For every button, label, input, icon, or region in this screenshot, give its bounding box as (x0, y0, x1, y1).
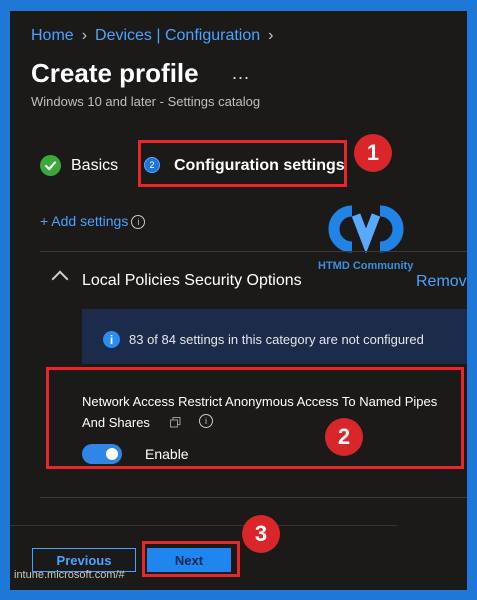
intune-panel: Home › Devices | Configuration › Create pro… (10, 11, 467, 590)
callout-badge-2: 2 (325, 418, 363, 456)
divider (40, 251, 467, 252)
setting-name: Network Access Restrict Anonymous Access… (82, 391, 467, 433)
check-icon (40, 155, 61, 176)
step-basics[interactable]: Basics (71, 157, 118, 175)
more-options-icon[interactable]: ... (232, 63, 250, 84)
breadcrumb-devices-configuration[interactable]: Devices | Configuration (95, 27, 260, 44)
toggle-label: Enable (145, 446, 189, 462)
chevron-up-icon[interactable] (51, 270, 69, 288)
divider (40, 497, 467, 498)
toggle-knob (106, 448, 118, 460)
info-icon[interactable]: i (199, 414, 213, 428)
status-url: intune.microsoft.com/# (14, 569, 125, 581)
footer-divider (10, 525, 397, 526)
page-title: Create profile (31, 58, 199, 88)
setting-name-line1: Network Access Restrict Anonymous Access… (82, 394, 438, 409)
chevron-right-icon: › (81, 27, 88, 44)
enable-toggle[interactable] (82, 444, 122, 464)
info-bar-text: 83 of 84 settings in this category are n… (129, 332, 424, 347)
add-settings-link[interactable]: + Add settings i (40, 213, 146, 229)
callout-badge-3: 3 (242, 515, 280, 553)
section-title[interactable]: Local Policies Security Options (82, 272, 302, 290)
info-icon: i (103, 331, 120, 348)
callout-badge-1: 1 (354, 134, 392, 172)
info-icon[interactable]: i (131, 215, 146, 229)
chevron-right-icon: › (268, 27, 274, 44)
copy-icon[interactable] (170, 415, 181, 428)
next-button[interactable]: Next (147, 548, 231, 572)
breadcrumb: Home › Devices | Configuration › (31, 27, 281, 45)
setting-name-line2: And Shares (82, 415, 150, 430)
breadcrumb-home[interactable]: Home (31, 27, 74, 44)
watermark-text: HTMD Community (318, 260, 414, 272)
add-settings-label[interactable]: + Add settings (40, 213, 128, 229)
step-configuration-settings[interactable]: Configuration settings (174, 157, 345, 175)
step-number-2: 2 (144, 157, 160, 173)
page-subtitle: Windows 10 and later - Settings catalog (31, 94, 261, 109)
remove-link[interactable]: Remove (416, 273, 467, 291)
